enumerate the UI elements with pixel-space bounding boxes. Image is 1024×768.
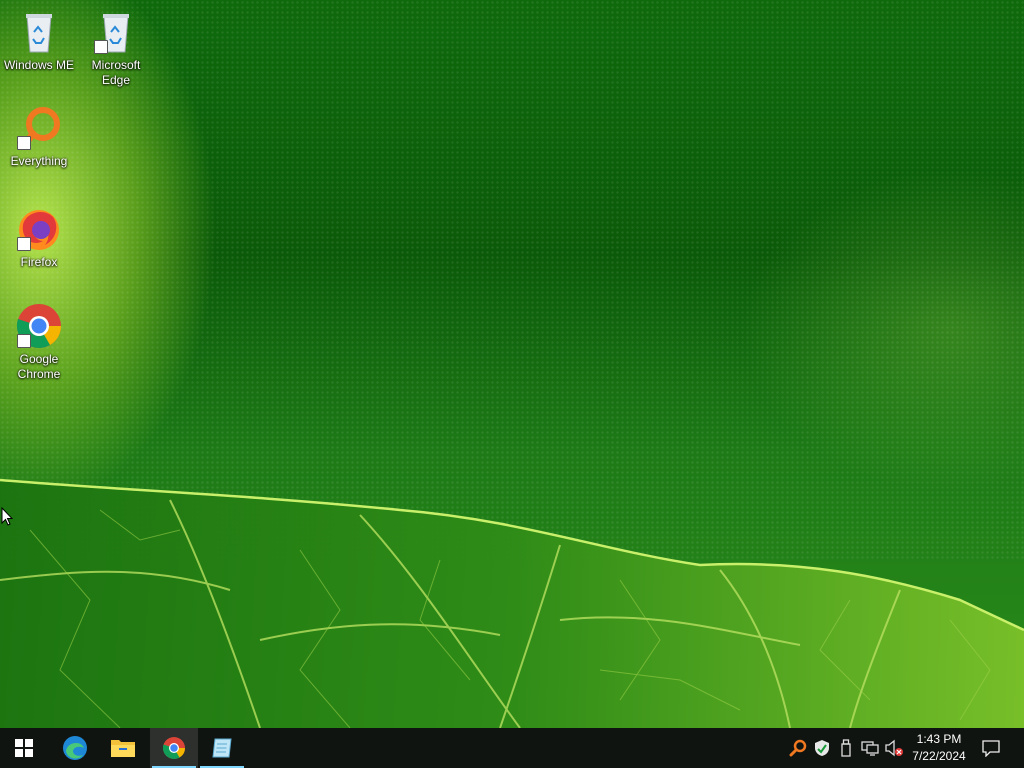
chrome-icon [15,302,63,350]
taskbar-edge-button[interactable] [51,728,99,768]
shortcut-arrow-icon [94,40,108,54]
shortcut-arrow-icon [17,136,31,150]
notepad-icon [212,738,232,758]
tray-security-icon[interactable] [812,738,832,758]
tray-network-icon[interactable] [860,738,880,758]
desktop-icon-label: Microsoft Edge [91,58,141,87]
taskbar-clock[interactable]: 1:43 PM 7/22/2024 [905,731,973,765]
chrome-icon [162,737,185,759]
taskbar: 1:43 PM 7/22/2024 [0,728,1024,768]
recycle-bin-icon [92,8,140,56]
desktop-icon-label: Windows ME [3,58,74,72]
clock-date: 7/22/2024 [912,749,966,763]
folder-icon [111,740,135,757]
desktop-icon-microsoft-edge[interactable]: Microsoft Edge [78,8,154,88]
recycle-bin-icon [15,8,63,56]
tray-everything-icon[interactable] [788,738,808,758]
action-center-button[interactable] [968,728,1014,768]
usb-icon [841,739,851,757]
mouse-cursor-icon [1,507,13,526]
desktop-icon-label: Firefox [20,255,58,269]
taskbar-file-explorer-button[interactable] [99,728,147,768]
action-center-icon [982,740,1000,757]
network-icon [861,741,879,756]
desktop-icon-windows-me[interactable]: Windows ME [1,8,77,73]
everything-search-icon [789,739,807,757]
windows-logo-icon [15,739,33,757]
desktop-icon-label: Everything [10,154,68,168]
shield-icon [815,740,829,756]
desktop-icon-everything[interactable]: Everything [1,104,77,169]
tray-volume-icon[interactable] [884,738,904,758]
clock-time: 1:43 PM [916,732,962,746]
wallpaper-leaf [0,478,1024,728]
desktop[interactable]: Windows ME Microsoft Edge Everything Fir… [0,0,1024,728]
everything-search-icon [15,104,63,152]
taskbar-chrome-button[interactable] [150,728,198,768]
edge-icon [63,736,87,760]
desktop-icon-firefox[interactable]: Firefox [1,205,77,270]
shortcut-arrow-icon [17,334,31,348]
desktop-icon-google-chrome[interactable]: Google Chrome [1,302,77,382]
firefox-icon [15,205,63,253]
start-button[interactable] [0,728,48,768]
taskbar-notepad-button[interactable] [198,728,246,768]
shortcut-arrow-icon [17,237,31,251]
desktop-icon-label: Google Chrome [17,352,61,381]
tray-usb-icon[interactable] [836,738,856,758]
speaker-muted-icon [885,739,903,757]
